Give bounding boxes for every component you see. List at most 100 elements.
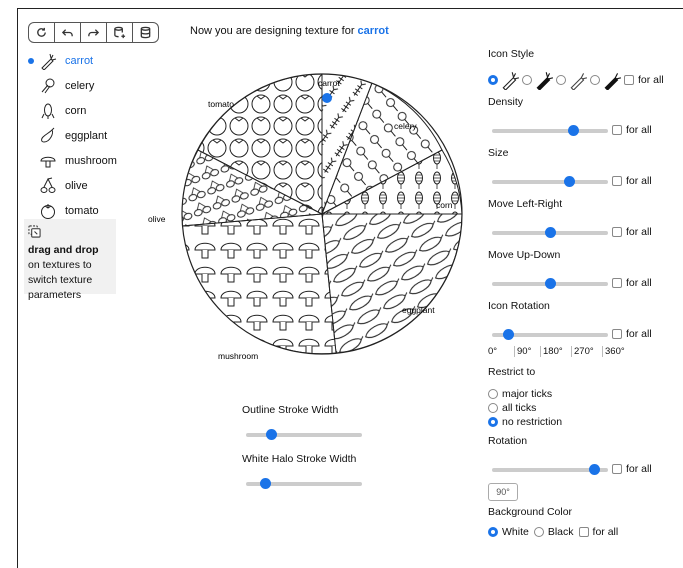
size-for-all[interactable]: for all (612, 175, 652, 187)
bg-black-radio[interactable] (533, 527, 544, 537)
texture-label: olive (65, 179, 88, 192)
slider-thumb[interactable] (567, 125, 579, 136)
slider-thumb[interactable] (588, 464, 600, 475)
for-all-label: for all (592, 526, 619, 538)
tick-label: 270° (571, 346, 602, 357)
size-for-all-checkbox[interactable] (612, 176, 622, 187)
database-icon (140, 26, 151, 39)
rotation-for-all-checkbox[interactable] (612, 464, 622, 475)
slider-thumb[interactable] (266, 429, 278, 440)
pie-label-mushroom: mushroom (218, 351, 258, 361)
bg-black-label: Black (547, 526, 574, 538)
redo-button[interactable] (80, 22, 107, 43)
for-all-label: for all (638, 74, 664, 86)
bg-white-radio[interactable] (488, 527, 498, 537)
halo-stroke-section: White Halo Stroke Width (242, 453, 368, 493)
icon-rotation-slider[interactable]: for all (488, 324, 678, 344)
slider-thumb[interactable] (564, 176, 576, 187)
pie-label-eggplant: eggplant (402, 305, 435, 315)
carrot-solid-icon (604, 73, 622, 90)
texture-label: mushroom (65, 154, 117, 167)
drag-drop-icon (28, 225, 41, 238)
rotation-input[interactable]: 90° (488, 483, 518, 501)
icon-style-radio-filled[interactable] (522, 75, 532, 85)
move-up-down-for-all[interactable]: for all (612, 277, 652, 289)
rotation-for-all[interactable]: for all (612, 463, 652, 475)
redo-icon (88, 29, 100, 37)
reset-button[interactable] (28, 22, 55, 43)
texture-label: corn (65, 104, 87, 117)
outline-stroke-label: Outline Stroke Width (242, 404, 339, 416)
move-left-right-for-all[interactable]: for all (612, 226, 652, 238)
slider-thumb[interactable] (544, 227, 556, 238)
database-add-button[interactable] (106, 22, 133, 43)
tomato-icon (41, 203, 55, 219)
corn-icon (41, 103, 55, 119)
restrict-option-major-ticks[interactable]: major ticks (488, 387, 678, 401)
undo-button[interactable] (54, 22, 81, 43)
bg-white-label: White (502, 526, 529, 538)
pie-label-tomato: tomato (208, 99, 234, 109)
drag-hint: drag and drop on textures to switch text… (24, 219, 116, 301)
size-label: Size (488, 147, 509, 159)
texture-item-corn[interactable]: corn (28, 98, 138, 123)
texture-label: carrot (65, 54, 94, 67)
title-current-texture: carrot (357, 25, 389, 37)
icon-style-radio-outline-alt[interactable] (556, 75, 566, 85)
icon-style-for-all-checkbox[interactable] (624, 75, 634, 85)
texture-item-olive[interactable]: olive (28, 173, 138, 198)
density-for-all[interactable]: for all (612, 124, 652, 136)
move-left-right-label: Move Left-Right (488, 198, 563, 210)
database-button[interactable] (132, 22, 159, 43)
database-add-icon (114, 26, 126, 39)
texture-item-eggplant[interactable]: eggplant (28, 123, 138, 148)
rotation-slider[interactable]: for all (488, 459, 678, 479)
pie-label-celery: celery (394, 121, 417, 131)
halo-stroke-slider[interactable] (242, 473, 368, 493)
background-color-label: Background Color (488, 506, 573, 518)
slider-thumb[interactable] (544, 278, 556, 289)
outline-stroke-slider[interactable] (242, 424, 368, 444)
icon-rotation-label: Icon Rotation (488, 300, 550, 312)
size-slider[interactable]: for all (488, 171, 678, 191)
density-slider[interactable]: for all (488, 120, 678, 140)
texture-item-celery[interactable]: celery (28, 73, 138, 98)
texture-label: tomato (65, 204, 99, 217)
carrot-icon (41, 53, 57, 70)
icon-rotation-for-all-checkbox[interactable] (612, 329, 622, 340)
carrot-outline-icon (502, 72, 520, 90)
texture-item-carrot[interactable]: carrot (28, 48, 138, 73)
bg-for-all-checkbox[interactable] (578, 527, 589, 537)
texture-item-mushroom[interactable]: mushroom (28, 148, 138, 173)
slider-thumb[interactable] (260, 478, 272, 489)
title-prefix: Now you are designing texture for (190, 25, 358, 37)
carrot-selected-marker (322, 93, 332, 103)
restrict-option-no-restriction[interactable]: no restriction (488, 415, 678, 429)
move-left-right-for-all-checkbox[interactable] (612, 227, 622, 238)
hint-bold-text: drag and drop (28, 244, 99, 256)
selected-dot (28, 57, 34, 64)
icon-style-radio-solid[interactable] (590, 75, 600, 85)
pie-slice-eggplant[interactable] (321, 213, 462, 354)
pie-label-carrot: carrot (318, 78, 340, 88)
move-up-down-slider[interactable]: for all (488, 273, 678, 293)
density-for-all-checkbox[interactable] (612, 125, 622, 136)
slider-thumb[interactable] (502, 329, 514, 340)
celery-icon (41, 78, 55, 93)
restrict-option-all-ticks[interactable]: all ticks (488, 401, 678, 415)
texture-list: carrot celery corn eggplant mushroom oli… (28, 48, 138, 223)
undo-icon (61, 29, 73, 37)
restrict-to-label: Restrict to (488, 366, 536, 378)
pie-slice-mushroom[interactable] (182, 213, 337, 354)
icon-rotation-for-all[interactable]: for all (612, 328, 652, 340)
reset-icon (37, 27, 46, 37)
rotation-tick-labels: 0° 90° 180° 270° 360° (488, 346, 678, 357)
move-left-right-slider[interactable]: for all (488, 222, 678, 242)
tick-label: 180° (540, 346, 571, 357)
texture-label: celery (65, 79, 95, 92)
olive-icon (40, 177, 56, 193)
rotation-label: Rotation (488, 435, 528, 447)
tick-label: 360° (602, 346, 632, 357)
icon-style-radio-outline[interactable] (488, 75, 498, 85)
move-up-down-for-all-checkbox[interactable] (612, 278, 622, 289)
